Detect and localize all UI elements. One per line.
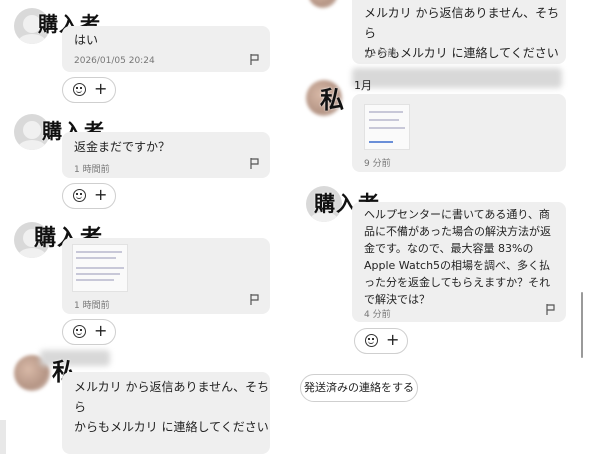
reaction-button[interactable]: +: [62, 77, 116, 103]
message-text: 1月: [354, 79, 372, 92]
panel-edge: [0, 420, 6, 454]
sender-name: 私: [320, 86, 345, 114]
flag-icon[interactable]: [250, 158, 259, 169]
right-chat-panel: メルカリ から返信ありません、そちら からもメルカリ に連絡してください 12 …: [292, 0, 600, 454]
message-time: 9 分前: [364, 159, 391, 169]
plus-icon: +: [386, 330, 400, 349]
smile-icon: [365, 334, 378, 347]
message-time: 2026/01/05 20:24: [74, 56, 155, 66]
message-time: 12 分前: [364, 49, 397, 59]
attachment-image[interactable]: [72, 244, 128, 292]
message-text: はい: [74, 33, 99, 47]
message-time: 4 分前: [364, 310, 391, 320]
message-bubble: 1 時間前: [62, 238, 270, 314]
attachment-image[interactable]: [364, 104, 410, 150]
plus-icon: +: [94, 185, 108, 204]
reaction-button[interactable]: +: [62, 183, 116, 209]
message-time: 1 時間前: [74, 165, 110, 175]
shipped-notice-button[interactable]: 発送済みの連絡をする: [300, 374, 418, 402]
message-text: 返金まだですか？: [74, 140, 171, 154]
message-bubble: はい 2026/01/05 20:24: [62, 26, 270, 72]
smile-icon: [73, 189, 86, 202]
smile-icon: [73, 83, 86, 96]
message-text: ヘルプセンターに書いてある通り、商 品に不備があった場合の解決方法が返 金です。…: [364, 208, 551, 306]
message-bubble: 9 分前: [352, 94, 566, 172]
message-bubble: 返金まだですか？ 1 時間前: [62, 132, 270, 178]
message-bubble: メルカリ から返信ありません、そちら からもメルカリ に連絡してください 12 …: [352, 0, 566, 64]
flag-icon[interactable]: [250, 294, 259, 305]
message-time: 1 時間前: [74, 301, 110, 311]
plus-icon: +: [94, 321, 108, 340]
my-avatar[interactable]: [308, 0, 338, 8]
flag-icon[interactable]: [546, 304, 555, 315]
plus-icon: +: [94, 79, 108, 98]
left-chat-panel: 購入者 はい 2026/01/05 20:24 + 購入者 返金まだですか？ 1…: [0, 0, 292, 454]
message-bubble: メルカリ から返信ありません、そちら からもメルカリ に連絡してください: [62, 372, 270, 454]
reaction-button[interactable]: +: [62, 319, 116, 345]
flag-icon[interactable]: [250, 54, 259, 65]
smile-icon: [73, 325, 86, 338]
redacted-text: [352, 68, 562, 88]
scrollbar[interactable]: [581, 292, 583, 358]
reaction-button[interactable]: +: [354, 328, 408, 354]
message-text: メルカリ から返信ありません、そちら からもメルカリ に連絡してください: [74, 380, 270, 434]
message-bubble: ヘルプセンターに書いてある通り、商 品に不備があった場合の解決方法が返 金です。…: [352, 202, 566, 322]
